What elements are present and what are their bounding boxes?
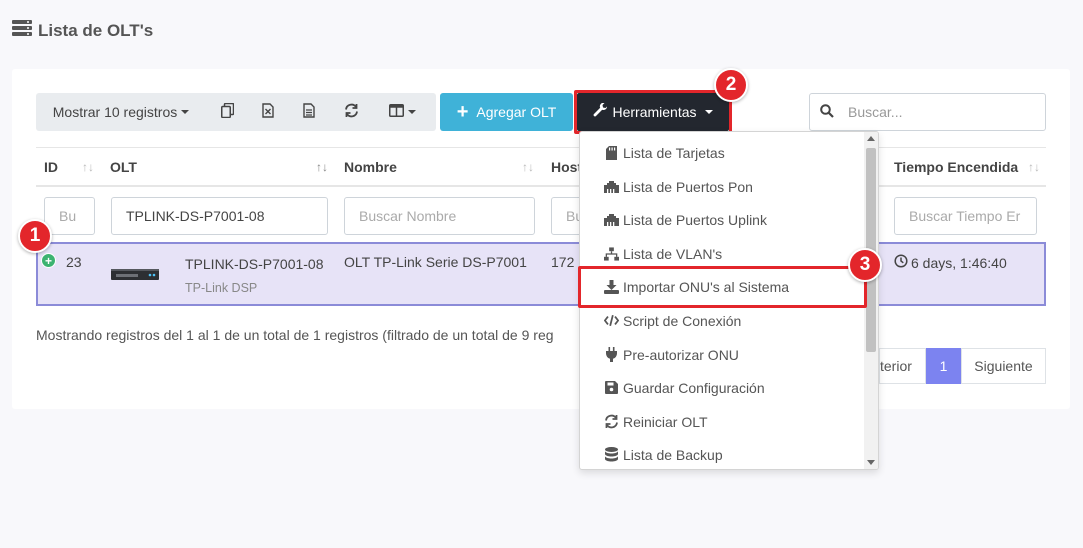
show-records-button[interactable]: Mostrar 10 registros — [36, 93, 206, 131]
table-header-border — [36, 185, 1046, 187]
ethernet-icon — [604, 212, 619, 227]
page-title: Lista de OLT's — [12, 20, 153, 41]
filter-tiempo-input[interactable]: Buscar Tiempo Er — [894, 197, 1037, 235]
columns-button[interactable] — [372, 93, 432, 131]
sort-icon: ↑↓ — [82, 159, 94, 174]
clock-icon — [894, 254, 908, 271]
expand-row-icon[interactable]: + — [41, 253, 56, 268]
code-icon — [604, 313, 619, 328]
sync-icon — [604, 414, 619, 429]
database-icon — [604, 447, 619, 462]
menu-item-script-conexion[interactable]: Script de Conexión — [580, 304, 865, 337]
sort-icon: ↑↓ — [316, 159, 328, 174]
sort-icon: ↑↓ — [522, 159, 534, 174]
pagination-page-1[interactable]: 1 — [926, 348, 961, 384]
pagination-next[interactable]: Siguiente — [961, 348, 1046, 384]
olt-device-image — [110, 264, 160, 289]
menu-item-lista-tarjetas[interactable]: Lista de Tarjetas — [580, 136, 865, 169]
plus-icon: + — [456, 101, 469, 123]
step-badge-2: 2 — [714, 68, 748, 102]
menu-item-pre-autorizar[interactable]: Pre-autorizar ONU — [580, 338, 865, 371]
caret-down-icon — [407, 110, 416, 114]
sd-card-icon — [604, 145, 619, 160]
menu-item-reiniciar-olt[interactable]: Reiniciar OLT — [580, 405, 865, 438]
add-olt-button[interactable]: + Agregar OLT — [440, 93, 573, 131]
sort-icon: ↑↓ — [1028, 159, 1040, 174]
server-icon — [12, 20, 32, 41]
row-olt-name: TPLINK-DS-P7001-08 — [185, 256, 324, 272]
columns-icon — [388, 104, 404, 120]
th-host[interactable]: Host — [551, 148, 579, 185]
show-records-label: Mostrar 10 registros — [52, 104, 178, 120]
sitemap-icon — [604, 246, 619, 261]
table-row[interactable] — [36, 242, 1046, 306]
copy-icon — [220, 102, 234, 121]
filter-olt-input[interactable]: TPLINK-DS-P7001-08 — [111, 197, 328, 235]
step-badge-1: 1 — [18, 219, 52, 253]
pagination-prev[interactable]: terior — [879, 348, 926, 384]
ethernet-icon — [604, 179, 619, 194]
row-tiempo: 6 days, 1:46:40 — [894, 254, 1007, 271]
menu-item-puertos-pon[interactable]: Lista de Puertos Pon — [580, 170, 865, 203]
table-info: Mostrando registros del 1 al 1 de un tot… — [36, 327, 554, 343]
th-tiempo[interactable]: Tiempo Encendida ↑↓ — [894, 148, 1046, 185]
caret-down-icon — [181, 110, 190, 114]
toolbar-group: Mostrar 10 registros — [36, 93, 436, 131]
menu-item-puertos-uplink[interactable]: Lista de Puertos Uplink — [580, 203, 865, 236]
file-text-icon — [303, 103, 315, 121]
csv-button[interactable] — [288, 93, 330, 131]
save-icon — [604, 380, 619, 395]
scroll-up-arrow-icon[interactable] — [867, 136, 875, 141]
highlight-tools-button — [574, 90, 732, 134]
scroll-down-arrow-icon[interactable] — [867, 460, 875, 465]
row-olt-subtitle: TP-Link DSP — [185, 281, 258, 295]
search-icon — [820, 103, 834, 121]
step-badge-3: 3 — [848, 248, 882, 282]
file-excel-icon — [262, 103, 274, 121]
th-olt[interactable]: OLT ↑↓ — [110, 148, 336, 185]
search-input[interactable]: Buscar... — [809, 93, 1046, 131]
plug-icon — [604, 347, 619, 362]
row-host: 172 — [551, 254, 575, 270]
th-nombre[interactable]: Nombre ↑↓ — [344, 148, 542, 185]
sync-icon — [344, 103, 359, 121]
page-title-text: Lista de OLT's — [38, 20, 154, 40]
highlight-importar-onus — [578, 266, 867, 308]
row-nombre: OLT TP-Link Serie DS-P7001 — [344, 254, 527, 270]
row-id: 23 — [66, 254, 82, 270]
th-id[interactable]: ID ↑↓ — [44, 148, 102, 185]
refresh-button[interactable] — [330, 93, 372, 131]
menu-item-lista-backup[interactable]: Lista de Backup — [580, 438, 865, 469]
add-olt-label: Agregar OLT — [476, 104, 557, 120]
filter-nombre-input[interactable]: Buscar Nombre — [344, 197, 535, 235]
filter-id-input[interactable]: Bu — [44, 197, 95, 235]
copy-button[interactable] — [206, 93, 248, 131]
excel-button[interactable] — [248, 93, 288, 131]
menu-item-guardar-config[interactable]: Guardar Configuración — [580, 371, 865, 404]
search-placeholder: Buscar... — [848, 104, 903, 120]
